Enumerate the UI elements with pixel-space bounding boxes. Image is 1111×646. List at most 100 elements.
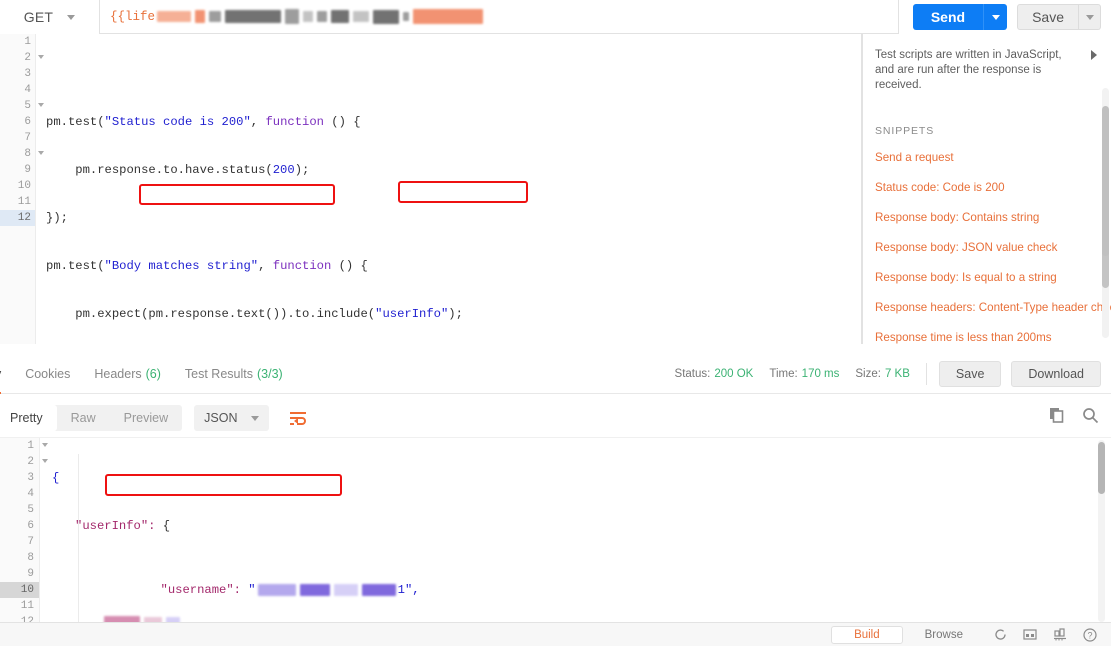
json-gutter: 1 2 3 4 5 6 7 8 9 10 11 12 (0, 438, 48, 624)
snippet-item-json-value-check[interactable]: Response body: JSON value check (875, 233, 1097, 263)
tab-headers-count: (6) (145, 367, 161, 381)
word-wrap-icon[interactable] (285, 405, 311, 431)
http-method-selector[interactable]: GET (0, 0, 100, 34)
json-line: { (40, 470, 1111, 486)
response-format-toolbar: Pretty Raw Preview JSON (0, 399, 1111, 437)
json-gutter-line: 8 (27, 552, 34, 564)
http-method-label: GET (23, 9, 54, 25)
url-text: {{life (110, 9, 485, 24)
save-request-button[interactable]: Save (1017, 4, 1079, 30)
save-response-button[interactable]: Save (938, 361, 1002, 387)
tab-headers[interactable]: Headers (6) (94, 355, 161, 394)
json-gutter-line: 7 (27, 536, 34, 548)
tab-test-results-count: (3/3) (257, 367, 283, 381)
gutter-line: 2 (0, 50, 44, 66)
snippet-item-is-equal-to-string[interactable]: Response body: Is equal to a string (875, 263, 1097, 293)
json-line: "username": " 1", (160, 583, 420, 597)
snippet-item-send-a-request[interactable]: Send a request (875, 143, 1097, 173)
chevron-down-icon (67, 14, 76, 20)
snippet-item-content-type-header[interactable]: Response headers: Content-Type header ch… (875, 293, 1111, 323)
url-redaction-block (403, 12, 410, 21)
time-value: 170 ms (801, 368, 840, 380)
gutter-line: 7 (24, 132, 31, 144)
editor-code[interactable]: pm.test("Status code is 200", function (… (36, 34, 861, 344)
status-bar: Build Browse ? (0, 622, 1111, 646)
tab-test-results[interactable]: Test Results (3/3) (185, 355, 283, 394)
language-select[interactable]: JSON (194, 405, 270, 431)
postman-window: GET {{life Send Save 1 2 3 4 5 6 7 8 9 1… (0, 0, 1111, 646)
indent-guide (78, 454, 79, 624)
json-brace: { (52, 471, 60, 485)
time-label: Time: (769, 368, 798, 380)
view-mode-group: Pretty Raw Preview (0, 405, 183, 431)
copy-icon[interactable] (1049, 407, 1066, 429)
gutter-line: 4 (24, 84, 31, 96)
url-redaction-block (353, 11, 370, 22)
language-select-value: JSON (204, 411, 238, 425)
gutter-line: 1 (24, 36, 31, 48)
editor-gutter: 1 2 3 4 5 6 7 8 9 10 11 12 (0, 34, 44, 344)
json-gutter-line: 9 (27, 568, 34, 580)
test-script-editor[interactable]: 1 2 3 4 5 6 7 8 9 10 11 12 pm.test("Stat… (0, 34, 862, 344)
code-line: pm.test("Status code is 200", function (… (46, 115, 361, 129)
snippet-item-response-time[interactable]: Response time is less than 200ms (875, 323, 1097, 344)
editor-right-scrollbar[interactable] (1102, 48, 1109, 338)
snippets-section-title: SNIPPETS (875, 125, 935, 137)
send-dropdown-button[interactable] (983, 4, 1008, 30)
gutter-line: 3 (24, 68, 31, 80)
chevron-down-icon (991, 14, 1000, 20)
status-badge: 200 OK (714, 368, 754, 380)
json-gutter-line: 2 (0, 454, 48, 470)
code-line: pm.expect(pm.response.text()).to.include… (46, 307, 463, 321)
code-line: }); (46, 211, 68, 225)
tab-cookies[interactable]: Cookies (25, 355, 70, 394)
json-gutter-line: 1 (0, 438, 48, 454)
json-code[interactable]: { "userInfo": { "username": "1", "6", (40, 438, 1111, 624)
divider (925, 363, 927, 385)
tab-cookies-label: Cookies (25, 367, 71, 381)
tab-body-label: dy (0, 367, 1, 381)
send-button[interactable]: Send (912, 4, 984, 30)
view-mode-pretty[interactable]: Pretty (0, 405, 57, 431)
snippet-item-contains-string[interactable]: Response body: Contains string (875, 203, 1097, 233)
code-line: pm.test("Body matches string", function … (46, 259, 368, 273)
gutter-line: 5 (0, 98, 44, 114)
url-redaction-block (303, 11, 314, 22)
response-meta: Status: 200 OK Time: 170 ms Size: 7 KB S… (675, 361, 1111, 387)
gutter-line: 10 (17, 180, 31, 192)
json-gutter-line: 6 (27, 520, 34, 532)
browse-mode-button[interactable]: Browse (903, 627, 985, 643)
snippet-item-status-code[interactable]: Status code: Code is 200 (875, 173, 1097, 203)
url-redaction-block (157, 11, 192, 22)
build-browse-toggle: Build Browse (831, 625, 985, 644)
help-icon[interactable]: ? (1075, 623, 1105, 646)
view-mode-preview[interactable]: Preview (110, 405, 182, 431)
scrollbar-thumb[interactable] (1102, 106, 1109, 256)
search-icon[interactable] (1082, 407, 1099, 429)
url-redaction-block (285, 9, 300, 24)
response-tools (1049, 407, 1111, 429)
download-response-button[interactable]: Download (1011, 361, 1101, 387)
json-scrollbar-thumb[interactable] (1098, 442, 1105, 494)
size-value: 7 KB (884, 368, 910, 380)
url-input[interactable]: {{life (100, 0, 899, 34)
snippets-panel: Test scripts are written in JavaScript, … (863, 34, 1111, 344)
send-button-group: Send Save (899, 0, 1111, 34)
gutter-line: 11 (17, 196, 31, 208)
build-mode-button[interactable]: Build (831, 625, 903, 644)
json-gutter-line: 4 (27, 488, 34, 500)
url-redaction-block (195, 10, 206, 23)
tab-body[interactable]: dy (0, 355, 2, 394)
response-body-viewer[interactable]: 1 2 3 4 5 6 7 8 9 10 11 12 { "userInfo":… (0, 437, 1111, 624)
console-icon[interactable] (1015, 623, 1045, 646)
json-gutter-line: 11 (20, 600, 34, 612)
json-username-tail: 1", (397, 583, 420, 597)
view-mode-raw[interactable]: Raw (57, 405, 110, 431)
sync-icon[interactable] (985, 623, 1015, 646)
runner-icon[interactable] (1045, 623, 1075, 646)
json-gutter-line: 3 (27, 472, 34, 484)
request-bar: GET {{life Send Save (0, 0, 1111, 34)
play-arrow-icon[interactable] (1091, 50, 1097, 60)
save-dropdown-button[interactable] (1079, 4, 1101, 30)
url-redaction-block (331, 10, 350, 23)
